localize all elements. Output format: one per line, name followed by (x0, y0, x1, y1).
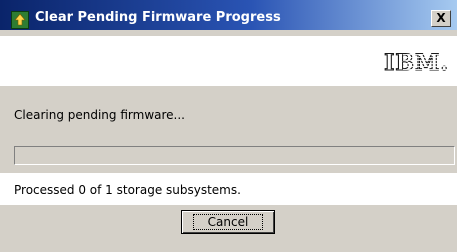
progress-bar (14, 146, 455, 165)
window-title: Clear Pending Firmware Progress (35, 10, 281, 25)
app-icon[interactable] (11, 11, 29, 29)
header-banner: IBM. (0, 36, 457, 86)
title-bar[interactable]: Clear Pending Firmware Progress X (0, 0, 457, 30)
cancel-button[interactable]: Cancel (181, 210, 275, 234)
processed-count-text: Processed 0 of 1 storage subsystems. (14, 183, 241, 197)
progress-summary-band: Processed 0 of 1 storage subsystems. (0, 173, 457, 205)
close-icon: X (436, 11, 446, 25)
ibm-logo: IBM. (384, 49, 449, 76)
dialog-window: Clear Pending Firmware Progress X IBM. C… (0, 0, 457, 252)
close-button[interactable]: X (431, 10, 451, 27)
status-message: Clearing pending firmware... (14, 108, 185, 122)
cancel-button-label: Cancel (192, 214, 264, 230)
